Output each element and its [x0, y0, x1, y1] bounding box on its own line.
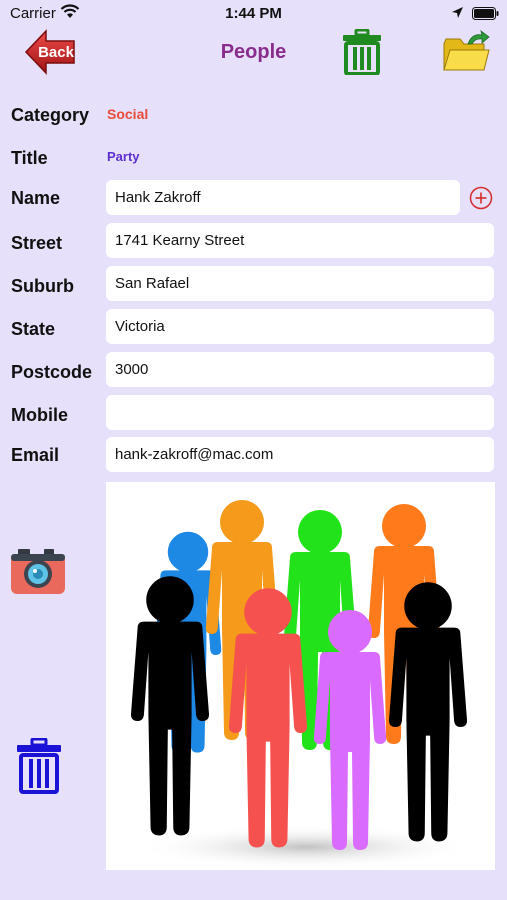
contact-photo[interactable] — [106, 482, 495, 870]
trash-icon — [343, 28, 381, 76]
location-arrow-icon — [452, 7, 463, 18]
title-value[interactable]: Party — [107, 149, 140, 164]
postcode-label: Postcode — [11, 362, 93, 382]
title-label: Title — [11, 148, 48, 168]
open-folder-button[interactable] — [442, 30, 490, 74]
add-button[interactable] — [469, 186, 493, 210]
page-title: People — [220, 41, 287, 63]
name-field[interactable] — [106, 180, 460, 215]
postcode-field[interactable] — [106, 352, 494, 387]
camera-icon — [11, 549, 65, 594]
trash-icon — [17, 737, 61, 794]
state-label: State — [11, 319, 56, 339]
folder-icon — [443, 30, 490, 71]
status-time: 1:44 PM — [225, 5, 282, 22]
plus-circle-icon — [469, 186, 493, 210]
mobile-field[interactable] — [106, 395, 494, 430]
category-label: Category — [11, 105, 90, 125]
battery-icon — [472, 7, 499, 20]
state-field[interactable] — [106, 309, 494, 344]
people-group-image — [130, 500, 476, 869]
category-value[interactable]: Social — [107, 106, 148, 122]
suburb-label: Suburb — [11, 276, 74, 296]
street-label: Street — [11, 233, 63, 253]
camera-button[interactable] — [10, 546, 66, 596]
mobile-label: Mobile — [11, 405, 68, 425]
delete-button[interactable] — [341, 28, 383, 76]
email-field[interactable] — [106, 437, 494, 472]
status-bar: Carrier 1:44 PM — [0, 0, 507, 26]
suburb-field[interactable] — [106, 266, 494, 301]
street-field[interactable] — [106, 223, 494, 258]
email-label: Email — [11, 445, 60, 465]
delete-photo-button[interactable] — [15, 737, 63, 794]
name-label: Name — [11, 188, 61, 208]
